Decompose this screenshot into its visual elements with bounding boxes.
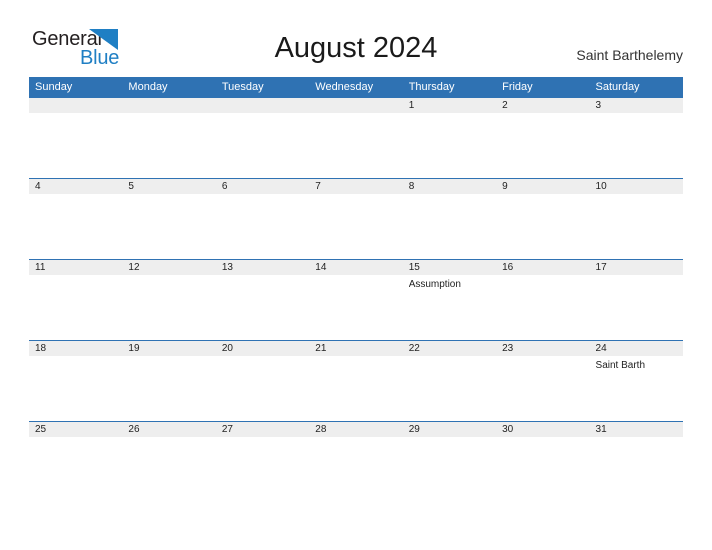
calendar-page: General Blue August 2024 Saint Barthelem…	[0, 0, 712, 550]
weekday-saturday: Saturday	[595, 81, 640, 93]
week-row: 25 26 27 28 29 30 31	[29, 421, 683, 502]
day-band	[309, 178, 403, 194]
day-number: 23	[502, 343, 514, 354]
weekday-wednesday: Wednesday	[315, 81, 374, 93]
day-cell[interactable]: 25	[29, 421, 123, 502]
day-number: 17	[595, 262, 607, 273]
day-cell[interactable]: 23	[496, 340, 590, 421]
day-cell[interactable]: 8	[402, 178, 497, 259]
day-number: 24	[595, 343, 607, 354]
day-number: 28	[315, 424, 327, 435]
weekday-tuesday: Tuesday	[221, 81, 264, 93]
day-band	[589, 97, 683, 113]
day-cell[interactable]	[215, 97, 310, 178]
day-cell[interactable]: 3	[589, 97, 683, 178]
day-number: 3	[595, 100, 602, 111]
day-cell[interactable]: 30	[496, 421, 590, 502]
location-label: Saint Barthelemy	[576, 47, 683, 63]
day-number: 27	[221, 424, 233, 435]
week-row: 1 2 3	[29, 97, 683, 178]
day-band	[402, 97, 497, 113]
day-cell[interactable]: 11	[29, 259, 123, 340]
week-row: 4 5 6 7 8 9 10	[29, 178, 683, 259]
day-number: 25	[35, 424, 47, 435]
day-band	[402, 178, 497, 194]
day-cell[interactable]: 28	[309, 421, 403, 502]
day-cell[interactable]: 26	[122, 421, 216, 502]
day-cell[interactable]: 17	[589, 259, 683, 340]
day-number: 26	[128, 424, 140, 435]
day-number: 7	[315, 181, 321, 192]
day-band	[215, 97, 310, 113]
day-band	[309, 97, 403, 113]
day-cell[interactable]	[122, 97, 216, 178]
day-cell[interactable]: 10	[589, 178, 683, 259]
day-number: 21	[315, 343, 327, 354]
weekday-monday: Monday	[128, 81, 168, 93]
day-number: 14	[315, 262, 327, 273]
day-number: 4	[35, 181, 41, 192]
day-cell[interactable]: 14	[309, 259, 403, 340]
day-number: 19	[128, 343, 140, 354]
weekday-header-row: Sunday Monday Tuesday Wednesday Thursday…	[29, 77, 683, 97]
day-cell[interactable]: 7	[309, 178, 403, 259]
day-band	[496, 178, 590, 194]
day-number: 6	[221, 181, 228, 192]
day-cell[interactable]: 12	[122, 259, 216, 340]
day-number: 13	[221, 262, 233, 273]
day-event: Saint Barth	[595, 360, 646, 371]
day-cell[interactable]: 9	[496, 178, 590, 259]
week-row: 18 19 20 21 22 23 24 Saint Barth	[29, 340, 683, 421]
day-cell[interactable]: 5	[122, 178, 216, 259]
page-header: General Blue August 2024 Saint Barthelem…	[0, 0, 712, 76]
day-cell[interactable]: 1	[402, 97, 497, 178]
weekday-thursday: Thursday	[408, 81, 455, 93]
day-number: 2	[502, 100, 508, 111]
day-number: 16	[502, 262, 514, 273]
day-cell[interactable]: 29	[402, 421, 497, 502]
day-cell[interactable]: 15 Assumption	[402, 259, 497, 340]
weekday-sunday: Sunday	[35, 81, 73, 93]
day-cell[interactable]: 31	[589, 421, 683, 502]
day-number: 9	[502, 181, 508, 192]
day-cell[interactable]: 16	[496, 259, 590, 340]
day-cell[interactable]: 22	[402, 340, 497, 421]
day-event: Assumption	[408, 279, 461, 290]
day-number: 20	[221, 343, 233, 354]
day-cell[interactable]: 20	[215, 340, 310, 421]
day-cell[interactable]: 19	[122, 340, 216, 421]
day-band	[29, 97, 123, 113]
day-cell[interactable]: 13	[215, 259, 310, 340]
day-number: 11	[35, 262, 46, 273]
day-band	[496, 97, 590, 113]
day-cell[interactable]	[29, 97, 123, 178]
day-number: 29	[408, 424, 420, 435]
day-number: 18	[35, 343, 47, 354]
day-number: 30	[502, 424, 514, 435]
calendar-grid: Sunday Monday Tuesday Wednesday Thursday…	[29, 77, 683, 502]
day-number: 15	[408, 262, 420, 273]
day-cell[interactable]: 4	[29, 178, 123, 259]
day-number: 10	[595, 181, 607, 192]
day-cell[interactable]: 24 Saint Barth	[589, 340, 683, 421]
week-row: 11 12 13 14 15 Assumption 16 17	[29, 259, 683, 340]
day-band	[122, 97, 216, 113]
day-number: 1	[408, 100, 415, 111]
day-cell[interactable]: 6	[215, 178, 310, 259]
day-band	[215, 178, 310, 194]
day-cell[interactable]: 2	[496, 97, 590, 178]
day-number: 5	[128, 181, 134, 192]
day-band	[122, 178, 216, 194]
day-cell[interactable]: 27	[215, 421, 310, 502]
day-number: 31	[595, 424, 607, 435]
weekday-friday: Friday	[502, 81, 533, 93]
day-cell[interactable]: 18	[29, 340, 123, 421]
day-band	[29, 178, 123, 194]
day-number: 8	[408, 181, 415, 192]
day-number: 22	[408, 343, 420, 354]
day-number: 12	[128, 262, 140, 273]
day-cell[interactable]: 21	[309, 340, 403, 421]
day-cell[interactable]	[309, 97, 403, 178]
